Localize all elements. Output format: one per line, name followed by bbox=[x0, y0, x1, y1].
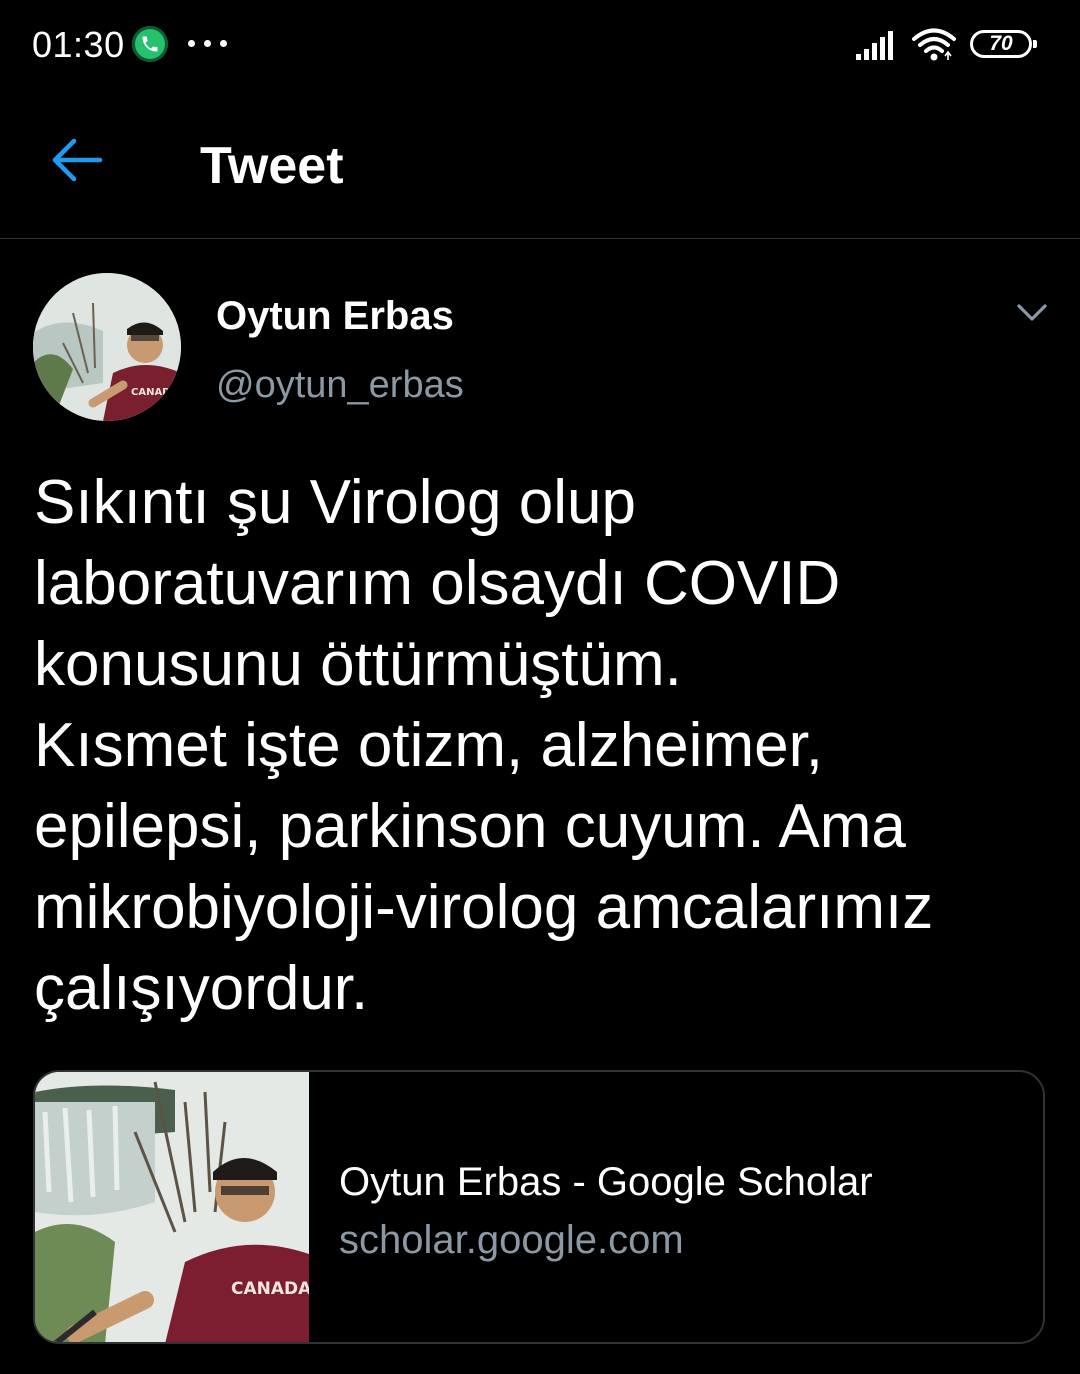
author-name[interactable]: Oytun Erbas bbox=[216, 294, 454, 339]
link-title[interactable]: Oytun Erbas - Google Scholar bbox=[339, 1160, 873, 1205]
top-app-bar: Tweet bbox=[0, 90, 1080, 239]
link-preview-card[interactable]: CANADA Oytun Erbas - Google Scholar scho… bbox=[33, 1070, 1045, 1344]
more-dots-icon bbox=[188, 40, 227, 47]
status-bar: 01:30 70 bbox=[0, 0, 1080, 90]
battery-icon: 70 bbox=[970, 30, 1037, 58]
tweet-text: Sıkıntı şu Virolog olup laboratuvarım ol… bbox=[34, 468, 934, 1023]
sweater-text: CANADA bbox=[231, 1279, 309, 1299]
page-title: Tweet bbox=[200, 137, 344, 195]
call-in-progress-icon[interactable] bbox=[132, 26, 168, 62]
signal-icon bbox=[856, 31, 893, 60]
chevron-down-icon[interactable] bbox=[1016, 302, 1048, 324]
link-domain: scholar.google.com bbox=[339, 1218, 684, 1262]
author-handle[interactable]: @oytun_erbas bbox=[216, 364, 464, 407]
avatar[interactable]: CANADA bbox=[33, 273, 181, 421]
link-preview-image: CANADA bbox=[35, 1072, 309, 1342]
wifi-icon bbox=[912, 28, 956, 61]
status-time: 01:30 bbox=[32, 24, 125, 65]
arrow-left-icon[interactable] bbox=[50, 136, 104, 184]
svg-text:CANADA: CANADA bbox=[131, 387, 178, 398]
